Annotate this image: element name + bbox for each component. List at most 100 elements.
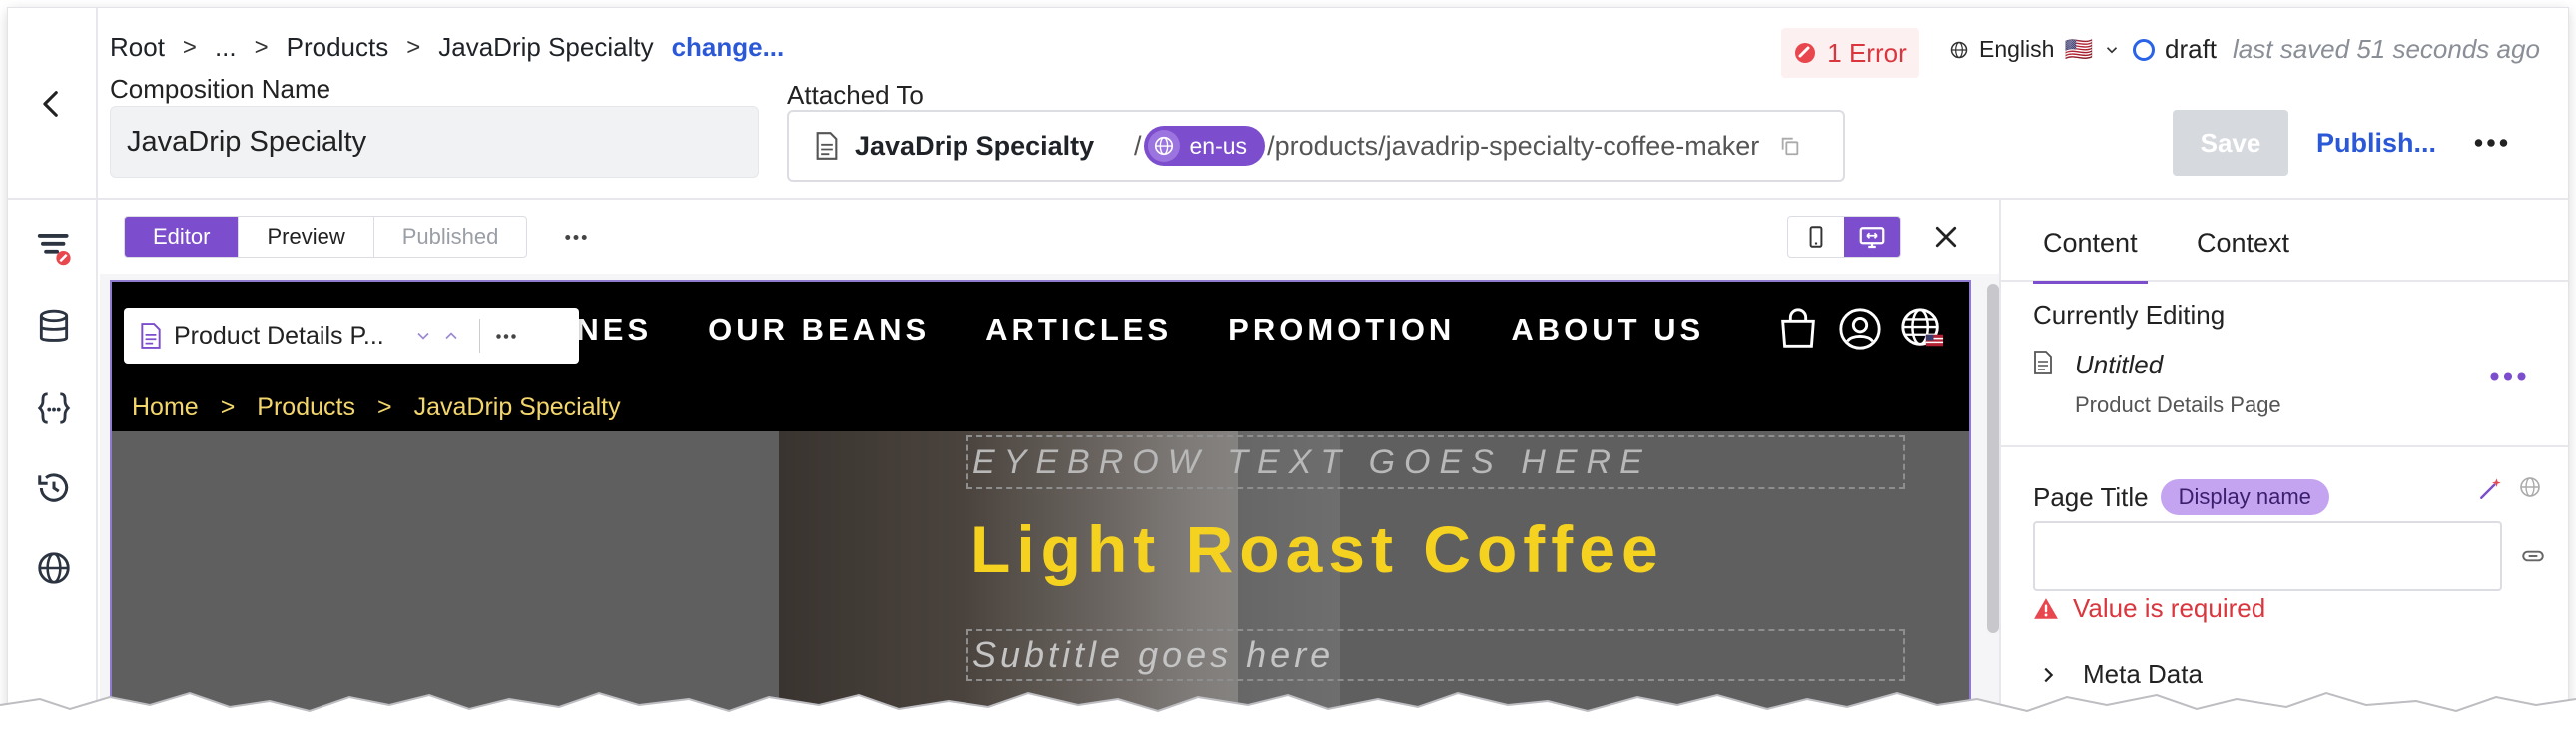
site-nav: CHINES OUR BEANS ARTICLES PROMOTION ABOU… xyxy=(511,312,1704,348)
desktop-view-button[interactable] xyxy=(1844,217,1900,257)
error-count: 1 Error xyxy=(1827,37,1907,68)
canvas-scrollbar-thumb[interactable] xyxy=(1987,284,1999,633)
breadcrumb-current: JavaDrip Specialty xyxy=(438,32,654,62)
language-globe-icon[interactable] xyxy=(1899,306,1945,352)
attached-path: /products/javadrip-specialty-coffee-make… xyxy=(1267,130,1760,161)
language-label: English xyxy=(1979,36,2055,62)
back-button[interactable] xyxy=(8,8,98,200)
tab-context[interactable]: Context xyxy=(2197,228,2289,259)
globe-icon[interactable] xyxy=(35,549,73,587)
tab-editor[interactable]: Editor xyxy=(125,217,240,257)
breadcrumb-separator: > xyxy=(406,33,421,61)
nav-item-about-us[interactable]: ABOUT US xyxy=(1511,312,1704,348)
chevron-down-icon[interactable] xyxy=(413,326,433,346)
locale-label: en-us xyxy=(1189,132,1248,159)
locale-pill[interactable]: en-us xyxy=(1143,126,1266,166)
device-toggle xyxy=(1787,216,1901,258)
component-picker[interactable]: Product Details P... xyxy=(124,308,579,364)
breadcrumb-separator: > xyxy=(182,33,197,61)
nav-item-promotion[interactable]: PROMOTION xyxy=(1228,312,1455,348)
composition-name-input[interactable]: JavaDrip Specialty xyxy=(110,106,759,178)
more-options-button[interactable] xyxy=(2474,110,2508,176)
page-title-actions xyxy=(2478,475,2542,501)
breadcrumb-ellipsis[interactable]: ... xyxy=(215,32,237,63)
document-icon xyxy=(141,323,161,349)
validation-error: Value is required xyxy=(2033,593,2265,624)
error-icon xyxy=(1795,43,1816,63)
database-icon[interactable] xyxy=(35,308,73,346)
left-rail xyxy=(8,200,98,731)
error-badge[interactable]: 1 Error xyxy=(1781,28,1919,78)
change-link[interactable]: change... xyxy=(672,32,785,63)
warning-icon xyxy=(2034,597,2058,619)
document-icon xyxy=(816,132,838,160)
history-icon[interactable] xyxy=(35,469,73,507)
chevron-up-icon[interactable] xyxy=(441,326,461,346)
item-more-button[interactable] xyxy=(2490,370,2526,387)
site-crumb-products[interactable]: Products xyxy=(257,393,355,422)
top-header: Root > ... > Products > JavaDrip Special… xyxy=(8,8,2568,200)
close-icon xyxy=(1935,226,1957,248)
page-title-input[interactable] xyxy=(2033,521,2502,591)
shopping-bag-icon[interactable] xyxy=(1775,306,1821,352)
tab-preview[interactable]: Preview xyxy=(239,217,374,257)
site-crumb-home[interactable]: Home xyxy=(132,393,199,422)
save-button[interactable]: Save xyxy=(2173,110,2288,176)
breadcrumb-separator: > xyxy=(254,33,269,61)
site-breadcrumb: Home > Products > JavaDrip Specialty xyxy=(132,393,621,422)
attached-to-label: Attached To xyxy=(787,80,924,110)
breadcrumb-root[interactable]: Root xyxy=(110,32,165,63)
validation-error-text: Value is required xyxy=(2073,593,2266,623)
tab-published[interactable]: Published xyxy=(374,217,527,257)
status-label: draft xyxy=(2165,34,2218,64)
magic-wand-icon[interactable] xyxy=(2478,475,2504,501)
nav-item-our-beans[interactable]: OUR BEANS xyxy=(708,312,930,348)
globe-icon[interactable] xyxy=(2518,475,2542,499)
current-item: Untitled Product Details Page xyxy=(2033,350,2281,418)
properties-panel: Content Context Currently Editing Untitl… xyxy=(1999,200,2568,731)
publish-button[interactable]: Publish... xyxy=(2316,110,2436,176)
composition-structure-icon[interactable] xyxy=(35,228,73,266)
torn-edge-decoration xyxy=(0,691,2576,739)
toolbar-more-button[interactable] xyxy=(565,216,587,258)
panel-tabs: Content Context xyxy=(2001,200,2568,284)
desktop-icon xyxy=(1859,227,1885,249)
site-crumb-current: JavaDrip Specialty xyxy=(413,393,621,421)
app-window: Root > ... > Products > JavaDrip Special… xyxy=(8,8,2568,731)
composition-name-label: Composition Name xyxy=(110,74,331,104)
hero-eyebrow[interactable]: EYEBROW TEXT GOES HERE xyxy=(966,435,1905,489)
draft-status: draft last saved 51 seconds ago xyxy=(2133,34,2540,65)
editor-toolbar: Editor Preview Published xyxy=(100,200,1999,274)
nav-item-articles[interactable]: ARTICLES xyxy=(985,312,1172,348)
component-picker-label: Product Details P... xyxy=(174,321,384,350)
current-item-name: Untitled xyxy=(2075,350,2164,379)
document-icon xyxy=(2034,351,2052,374)
flag-us-icon: 🇺🇸 xyxy=(2064,36,2094,62)
more-horizontal-icon[interactable] xyxy=(496,333,516,340)
view-mode-switcher: Editor Preview Published xyxy=(124,216,528,258)
user-account-icon[interactable] xyxy=(1837,306,1883,352)
close-editor-button[interactable] xyxy=(1927,218,1965,256)
attached-to-field[interactable]: JavaDrip Specialty / en-us /products/jav… xyxy=(787,110,1845,182)
breadcrumb-products[interactable]: Products xyxy=(287,32,389,63)
site-nav-icons xyxy=(1775,306,1945,352)
chevron-right-icon: > xyxy=(220,393,236,421)
chevron-down-icon xyxy=(2106,46,2118,53)
hero-subtitle[interactable]: Subtitle goes here xyxy=(966,629,1905,681)
mobile-view-button[interactable] xyxy=(1788,217,1844,257)
hero-title[interactable]: Light Roast Coffee xyxy=(970,511,1664,587)
chevron-left-icon xyxy=(43,91,58,117)
globe-icon xyxy=(1950,41,1968,58)
current-item-type: Product Details Page xyxy=(2075,392,2281,417)
link-icon[interactable] xyxy=(2520,543,2546,569)
tab-content[interactable]: Content xyxy=(2033,228,2148,284)
display-name-badge: Display name xyxy=(2160,479,2329,515)
attached-title: JavaDrip Specialty xyxy=(855,130,1095,161)
page-title-field-label: Page Title Display name xyxy=(2033,479,2329,515)
variables-icon[interactable] xyxy=(35,389,73,427)
draft-status-icon xyxy=(2133,38,2155,61)
more-horizontal-icon xyxy=(565,234,587,240)
copy-icon[interactable] xyxy=(1779,135,1801,157)
language-selector[interactable]: English 🇺🇸 xyxy=(1949,36,2121,63)
breadcrumb: Root > ... > Products > JavaDrip Special… xyxy=(110,32,784,63)
